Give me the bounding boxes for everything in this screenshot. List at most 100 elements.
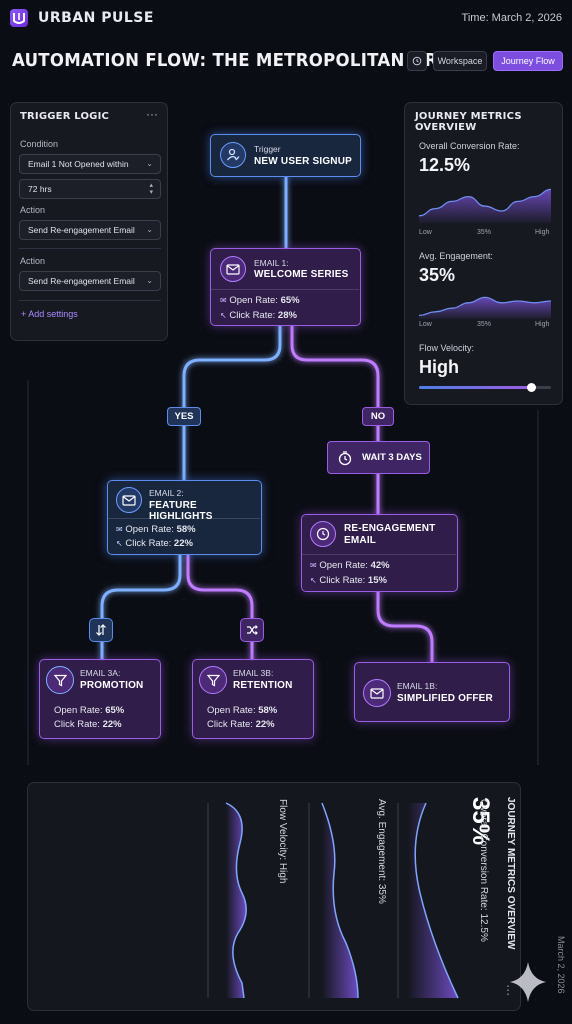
email3a-header: EMAIL 3A: bbox=[80, 668, 121, 678]
chevron-down-icon: ⌄ bbox=[146, 159, 153, 168]
email3b-node[interactable]: EMAIL 3B: RETENTION Open Rate: 58% Click… bbox=[192, 659, 314, 739]
mail-icon bbox=[363, 679, 391, 707]
condition-label: Condition bbox=[20, 139, 59, 149]
click-rate-label: Click Rate: bbox=[54, 719, 103, 730]
reengage-click-rate: ↖ Click Rate: 15% bbox=[310, 575, 387, 586]
click-rate-value: 15% bbox=[367, 575, 387, 586]
action2-value: Send Re-engagement Email bbox=[28, 276, 135, 286]
axis-mid: 35% bbox=[477, 321, 492, 328]
open-rate-value: 58% bbox=[258, 705, 278, 716]
add-settings-link[interactable]: + Add settings bbox=[21, 309, 78, 319]
email2-header: EMAIL 2: bbox=[149, 488, 184, 498]
conversion-label: Overall Conversion Rate: bbox=[419, 141, 520, 151]
action1-select[interactable]: Send Re-engagement Email ⌄ bbox=[19, 220, 161, 240]
email1-node[interactable]: EMAIL 1: WELCOME SERIES ✉ Open Rate: 65%… bbox=[210, 248, 361, 326]
duration-value: 72 hrs bbox=[28, 184, 52, 194]
email3a-title: PROMOTION bbox=[80, 680, 144, 691]
rotated-metrics-title: JOURNEY METRICS OVERVIEW bbox=[505, 797, 516, 950]
email1b-node[interactable]: EMAIL 1B: SIMPLIFIED OFFER bbox=[354, 662, 510, 722]
axis-high: High bbox=[535, 321, 550, 328]
mail-icon: ✉ bbox=[310, 561, 317, 570]
connector-reengage-1b bbox=[376, 590, 434, 664]
panel-menu-button[interactable]: ··· bbox=[146, 107, 158, 121]
reengagement-node[interactable]: RE-ENGAGEMENT EMAIL ✉ Open Rate: 42% ↖ C… bbox=[301, 514, 458, 592]
reengage-open-rate: ✉ Open Rate: 42% bbox=[310, 560, 390, 571]
connector-email2-3a bbox=[100, 553, 182, 662]
mail-icon: ✉ bbox=[116, 525, 123, 534]
yes-branch-label[interactable]: YES bbox=[167, 407, 201, 426]
clock-icon bbox=[310, 521, 336, 547]
open-rate-value: 42% bbox=[370, 560, 390, 571]
axis-high: High bbox=[535, 229, 550, 236]
cursor-icon: ↖ bbox=[116, 539, 123, 548]
engagement-label: Avg. Engagement: bbox=[419, 251, 493, 261]
email2-open-rate: ✉ Open Rate: 58% bbox=[116, 524, 196, 535]
email3b-open-rate: Open Rate: 58% bbox=[207, 705, 277, 716]
sort-arrows-icon[interactable] bbox=[89, 618, 113, 642]
email1-open-rate: ✉ Open Rate: 65% bbox=[220, 295, 300, 306]
open-rate-value: 65% bbox=[280, 295, 300, 306]
email1-click-rate: ↖ Click Rate: 28% bbox=[220, 310, 297, 321]
sparkline-area bbox=[419, 297, 551, 319]
timer-icon bbox=[338, 450, 352, 465]
stepper-arrows-icon[interactable]: ▴ ▾ bbox=[149, 182, 153, 196]
no-branch-label[interactable]: NO bbox=[362, 407, 394, 426]
connector-email2-3b bbox=[186, 553, 254, 662]
email3a-node[interactable]: EMAIL 3A: PROMOTION Open Rate: 65% Click… bbox=[39, 659, 161, 739]
velocity-slider-knob[interactable] bbox=[527, 383, 537, 392]
conversion-sparkline bbox=[419, 188, 551, 223]
reengage-title-line2: EMAIL bbox=[344, 535, 377, 546]
click-rate-value: 22% bbox=[255, 719, 275, 730]
node-divider bbox=[108, 518, 260, 519]
email3b-click-rate: Click Rate: 22% bbox=[207, 719, 275, 730]
open-rate-label: Open Rate: bbox=[54, 705, 106, 716]
duration-stepper[interactable]: 72 hrs ▴ ▾ bbox=[19, 179, 161, 199]
wait-label: WAIT 3 DAYS bbox=[362, 452, 422, 463]
open-rate-value: 58% bbox=[176, 524, 196, 535]
rotated-velocity: Flow Velocity: High bbox=[277, 799, 288, 884]
chevron-down-icon: ⌄ bbox=[146, 276, 153, 285]
click-rate-value: 22% bbox=[173, 538, 193, 549]
velocity-fill bbox=[419, 386, 532, 389]
mail-icon bbox=[116, 487, 142, 513]
click-rate-label: Click Rate: bbox=[207, 719, 256, 730]
cursor-icon: ↖ bbox=[310, 576, 317, 585]
journey-metrics-panel: JOURNEY METRICS OVERVIEW Overall Convers… bbox=[404, 102, 563, 405]
velocity-track bbox=[419, 383, 551, 392]
rotated-charts bbox=[207, 802, 459, 999]
email1-header: EMAIL 1: bbox=[254, 258, 289, 268]
click-rate-value: 22% bbox=[102, 719, 122, 730]
shuffle-icon[interactable] bbox=[240, 618, 264, 642]
velocity-value: High bbox=[419, 357, 459, 377]
email2-node[interactable]: EMAIL 2: FEATURE HIGHLIGHTS ✉ Open Rate:… bbox=[107, 480, 262, 555]
axis-low: Low bbox=[419, 229, 432, 236]
user-check-icon bbox=[220, 142, 246, 168]
click-rate-value: 28% bbox=[277, 310, 297, 321]
axis-mid: 35% bbox=[477, 229, 492, 236]
funnel-icon bbox=[46, 666, 74, 694]
email1b-title: SIMPLIFIED OFFER bbox=[397, 693, 493, 704]
trigger-node[interactable]: Trigger NEW USER SIGNUP bbox=[210, 134, 361, 177]
email3b-title: RETENTION bbox=[233, 680, 293, 691]
action1-value: Send Re-engagement Email bbox=[28, 225, 135, 235]
open-rate-label: Open Rate: bbox=[229, 295, 281, 306]
reengage-title-line1: RE-ENGAGEMENT bbox=[344, 523, 436, 534]
trigger-logic-title: TRIGGER LOGIC bbox=[20, 111, 110, 122]
click-rate-label: Click Rate: bbox=[229, 310, 278, 321]
mail-icon: ✉ bbox=[220, 296, 227, 305]
trigger-title: NEW USER SIGNUP bbox=[254, 156, 353, 167]
open-rate-label: Open Rate: bbox=[319, 560, 371, 571]
condition-select[interactable]: Email 1 Not Opened within ⌄ bbox=[19, 154, 161, 174]
engagement-sparkline bbox=[419, 296, 551, 319]
email3a-click-rate: Click Rate: 22% bbox=[54, 719, 122, 730]
metrics-title: JOURNEY METRICS OVERVIEW bbox=[415, 111, 522, 133]
condition-value: Email 1 Not Opened within bbox=[28, 159, 129, 169]
axis-low: Low bbox=[419, 321, 432, 328]
rotated-metrics-panel: JOURNEY METRICS OVERVIEW 35% Overall Con… bbox=[27, 782, 521, 1011]
wait-node[interactable]: WAIT 3 DAYS bbox=[327, 441, 430, 474]
email3b-header: EMAIL 3B: bbox=[233, 668, 274, 678]
node-divider bbox=[211, 289, 359, 290]
email1-title: WELCOME SERIES bbox=[254, 269, 349, 280]
funnel-icon bbox=[199, 666, 227, 694]
action2-select[interactable]: Send Re-engagement Email ⌄ bbox=[19, 271, 161, 291]
